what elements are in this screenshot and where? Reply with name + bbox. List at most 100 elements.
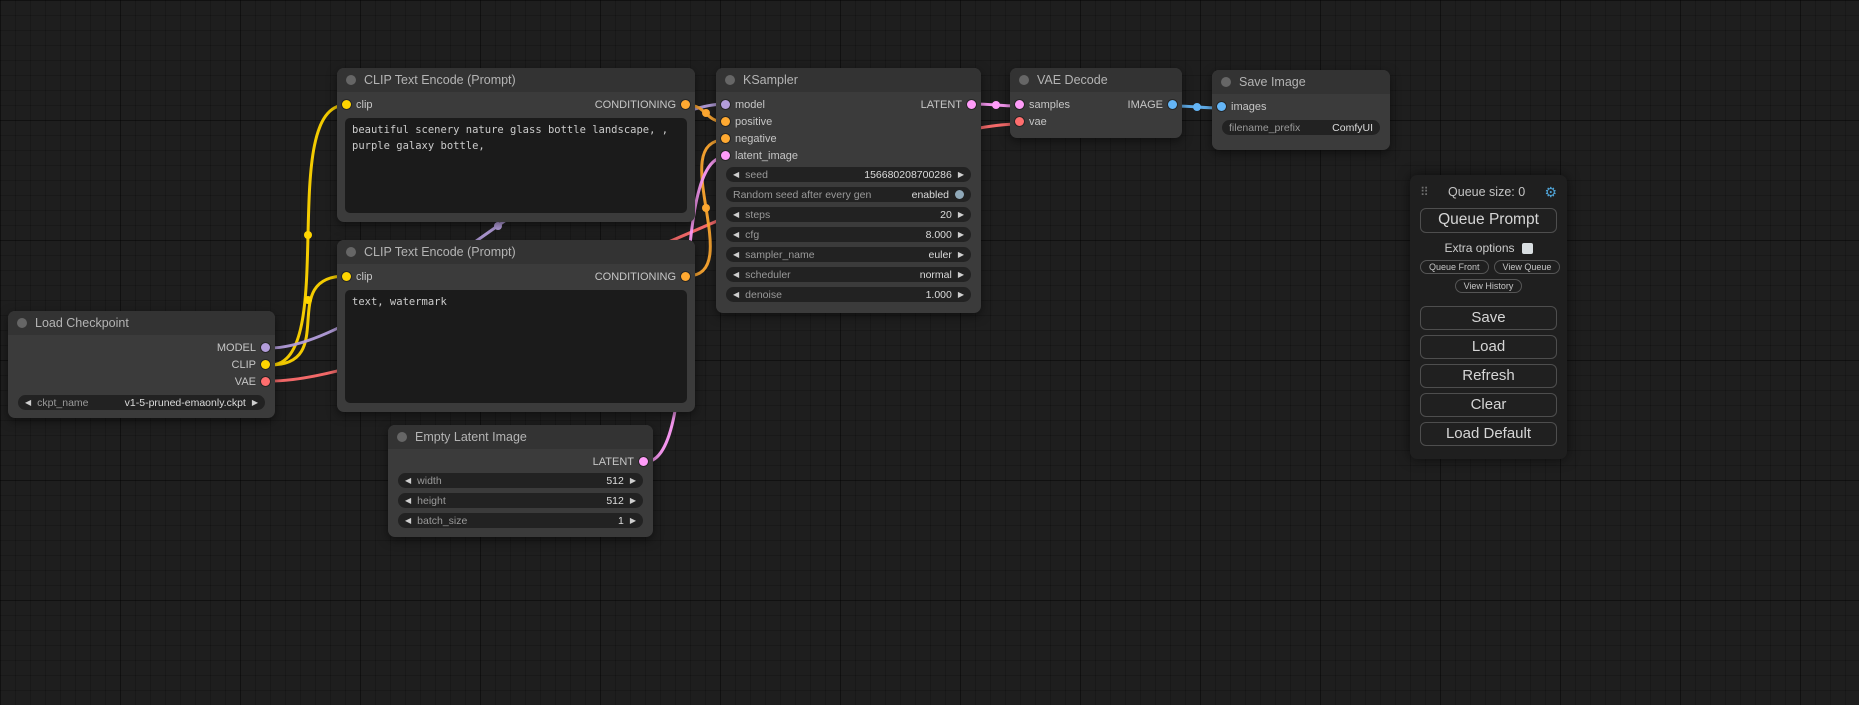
- clip-input-slot[interactable]: [342, 100, 351, 109]
- node-load-checkpoint[interactable]: Load Checkpoint MODEL CLIP VAE ◀ ckpt_na…: [8, 311, 275, 418]
- decrement-arrow-icon[interactable]: ◀: [405, 497, 411, 505]
- increment-arrow-icon[interactable]: ▶: [958, 271, 964, 279]
- decrement-arrow-icon[interactable]: ◀: [405, 517, 411, 525]
- comfy-menu[interactable]: ⠿ Queue size: 0 ⚙ Queue Prompt Extra opt…: [1410, 175, 1567, 459]
- increment-arrow-icon[interactable]: ▶: [630, 497, 636, 505]
- clear-button[interactable]: Clear: [1420, 393, 1557, 417]
- collapse-dot-icon[interactable]: [1019, 75, 1029, 85]
- node-clip-text-encode-negative[interactable]: CLIP Text Encode (Prompt) clip CONDITION…: [337, 240, 695, 412]
- widget-label: scheduler: [745, 269, 791, 281]
- output-label: CLIP: [232, 359, 256, 371]
- decrement-arrow-icon[interactable]: ◀: [733, 171, 739, 179]
- random-seed-toggle[interactable]: [955, 190, 964, 199]
- model-input-slot[interactable]: [721, 100, 730, 109]
- queue-size-label: Queue size: 0: [1429, 185, 1545, 199]
- load-default-button[interactable]: Load Default: [1420, 422, 1557, 446]
- width-widget[interactable]: ◀ width 512 ▶: [398, 473, 643, 488]
- model-output-slot[interactable]: [261, 343, 270, 352]
- vae-output-slot[interactable]: [261, 377, 270, 386]
- prompt-textarea[interactable]: text, watermark: [345, 290, 687, 403]
- node-ksampler[interactable]: KSampler model LATENT positive negative …: [716, 68, 981, 313]
- seed-widget[interactable]: ◀ seed 156680208700286 ▶: [726, 167, 971, 182]
- node-header[interactable]: Empty Latent Image: [388, 425, 653, 449]
- collapse-dot-icon[interactable]: [725, 75, 735, 85]
- node-title: CLIP Text Encode (Prompt): [364, 73, 516, 87]
- decrement-arrow-icon[interactable]: ◀: [25, 399, 31, 407]
- images-input-slot[interactable]: [1217, 102, 1226, 111]
- decrement-arrow-icon[interactable]: ◀: [733, 291, 739, 299]
- vae-input-slot[interactable]: [1015, 117, 1024, 126]
- widget-value: 20: [940, 209, 952, 221]
- save-button[interactable]: Save: [1420, 306, 1557, 330]
- ckpt-name-widget[interactable]: ◀ ckpt_name v1-5-pruned-emaonly.ckpt ▶: [18, 395, 265, 410]
- clip-output-slot[interactable]: [261, 360, 270, 369]
- node-header[interactable]: CLIP Text Encode (Prompt): [337, 68, 695, 92]
- widget-value: euler: [928, 249, 951, 261]
- extra-options-checkbox[interactable]: [1522, 243, 1533, 254]
- node-header[interactable]: CLIP Text Encode (Prompt): [337, 240, 695, 264]
- node-header[interactable]: VAE Decode: [1010, 68, 1182, 92]
- decrement-arrow-icon[interactable]: ◀: [405, 477, 411, 485]
- collapse-dot-icon[interactable]: [346, 247, 356, 257]
- collapse-dot-icon[interactable]: [1221, 77, 1231, 87]
- latent-image-input-slot[interactable]: [721, 151, 730, 160]
- collapse-dot-icon[interactable]: [346, 75, 356, 85]
- collapse-dot-icon[interactable]: [397, 432, 407, 442]
- queue-front-button[interactable]: Queue Front: [1420, 260, 1489, 274]
- queue-prompt-button[interactable]: Queue Prompt: [1420, 208, 1557, 233]
- link-midpoint-dot: [702, 109, 710, 117]
- samples-input-slot[interactable]: [1015, 100, 1024, 109]
- increment-arrow-icon[interactable]: ▶: [958, 171, 964, 179]
- latent-output-slot[interactable]: [639, 457, 648, 466]
- widget-label: steps: [745, 209, 770, 221]
- decrement-arrow-icon[interactable]: ◀: [733, 231, 739, 239]
- input-label: vae: [1029, 116, 1047, 128]
- refresh-button[interactable]: Refresh: [1420, 364, 1557, 388]
- cfg-widget[interactable]: ◀ cfg 8.000 ▶: [726, 227, 971, 242]
- increment-arrow-icon[interactable]: ▶: [958, 251, 964, 259]
- positive-input-slot[interactable]: [721, 117, 730, 126]
- node-header[interactable]: Save Image: [1212, 70, 1390, 94]
- node-header[interactable]: KSampler: [716, 68, 981, 92]
- sampler-name-widget[interactable]: ◀ sampler_name euler ▶: [726, 247, 971, 262]
- node-empty-latent-image[interactable]: Empty Latent Image LATENT ◀ width 512 ▶ …: [388, 425, 653, 537]
- increment-arrow-icon[interactable]: ▶: [630, 477, 636, 485]
- scheduler-widget[interactable]: ◀ scheduler normal ▶: [726, 267, 971, 282]
- view-history-button[interactable]: View History: [1455, 279, 1523, 293]
- node-header[interactable]: Load Checkpoint: [8, 311, 275, 335]
- load-button[interactable]: Load: [1420, 335, 1557, 359]
- node-vae-decode[interactable]: VAE Decode samples IMAGE vae: [1010, 68, 1182, 138]
- node-title: Save Image: [1239, 75, 1306, 89]
- node-save-image[interactable]: Save Image images filename_prefix ComfyU…: [1212, 70, 1390, 150]
- increment-arrow-icon[interactable]: ▶: [630, 517, 636, 525]
- settings-gear-icon[interactable]: ⚙: [1544, 184, 1557, 201]
- negative-input-slot[interactable]: [721, 134, 730, 143]
- image-output-slot[interactable]: [1168, 100, 1177, 109]
- input-label: negative: [735, 133, 777, 145]
- steps-widget[interactable]: ◀ steps 20 ▶: [726, 207, 971, 222]
- increment-arrow-icon[interactable]: ▶: [958, 231, 964, 239]
- random-seed-widget[interactable]: Random seed after every gen enabled: [726, 187, 971, 202]
- widget-value: 512: [606, 475, 624, 487]
- node-clip-text-encode-positive[interactable]: CLIP Text Encode (Prompt) clip CONDITION…: [337, 68, 695, 222]
- drag-handle-icon[interactable]: ⠿: [1420, 185, 1429, 199]
- increment-arrow-icon[interactable]: ▶: [252, 399, 258, 407]
- latent-output-slot[interactable]: [967, 100, 976, 109]
- decrement-arrow-icon[interactable]: ◀: [733, 211, 739, 219]
- decrement-arrow-icon[interactable]: ◀: [733, 271, 739, 279]
- height-widget[interactable]: ◀ height 512 ▶: [398, 493, 643, 508]
- view-queue-button[interactable]: View Queue: [1494, 260, 1561, 274]
- widget-value: v1-5-pruned-emaonly.ckpt: [125, 397, 246, 409]
- prompt-textarea[interactable]: beautiful scenery nature glass bottle la…: [345, 118, 687, 213]
- decrement-arrow-icon[interactable]: ◀: [733, 251, 739, 259]
- batch-size-widget[interactable]: ◀ batch_size 1 ▶: [398, 513, 643, 528]
- filename-prefix-widget[interactable]: filename_prefix ComfyUI: [1222, 120, 1380, 135]
- conditioning-output-slot[interactable]: [681, 272, 690, 281]
- collapse-dot-icon[interactable]: [17, 318, 27, 328]
- node-title: Load Checkpoint: [35, 316, 129, 330]
- clip-input-slot[interactable]: [342, 272, 351, 281]
- increment-arrow-icon[interactable]: ▶: [958, 211, 964, 219]
- increment-arrow-icon[interactable]: ▶: [958, 291, 964, 299]
- denoise-widget[interactable]: ◀ denoise 1.000 ▶: [726, 287, 971, 302]
- conditioning-output-slot[interactable]: [681, 100, 690, 109]
